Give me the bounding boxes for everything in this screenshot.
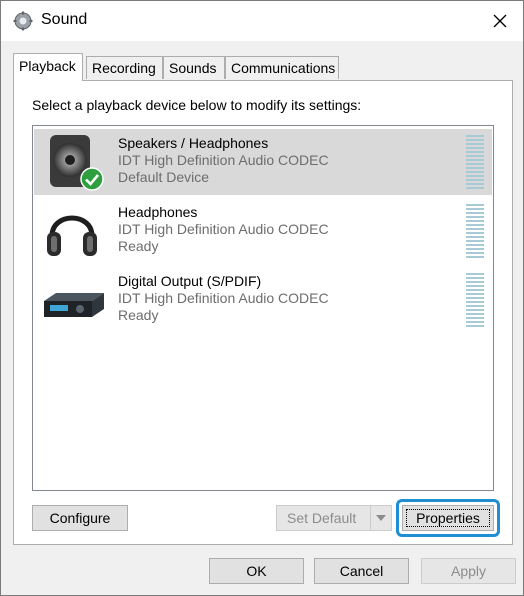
configure-button[interactable]: Configure (32, 505, 128, 531)
volume-meter (466, 204, 484, 258)
device-status: Default Device (118, 169, 210, 185)
sound-dialog: Sound Playback Recording Sounds Communic… (0, 0, 524, 596)
tab-communications[interactable]: Communications (225, 56, 339, 79)
properties-button[interactable]: Properties (402, 505, 494, 531)
title-bar[interactable]: Sound (1, 1, 523, 41)
device-driver: IDT High Definition Audio CODEC (118, 221, 329, 237)
device-name: Speakers / Headphones (118, 135, 269, 151)
headphones-icon (42, 202, 102, 260)
device-status: Ready (118, 307, 159, 323)
list-item[interactable]: Headphones IDT High Definition Audio COD… (34, 198, 492, 264)
tab-recording[interactable]: Recording (86, 56, 163, 79)
device-list[interactable]: Speakers / Headphones IDT High Definitio… (32, 125, 494, 491)
list-item[interactable]: Speakers / Headphones IDT High Definitio… (34, 129, 492, 195)
set-default-button[interactable]: Set Default (276, 505, 392, 531)
tab-playback[interactable]: Playback (13, 53, 83, 81)
instruction-text: Select a playback device below to modify… (32, 97, 362, 113)
apply-button[interactable]: Apply (421, 558, 516, 584)
list-item[interactable]: Digital Output (S/PDIF) IDT High Definit… (34, 267, 492, 333)
window-title: Sound (41, 11, 88, 28)
ok-button[interactable]: OK (209, 558, 304, 584)
playback-panel: Select a playback device below to modify… (13, 80, 513, 545)
close-button[interactable] (477, 1, 523, 41)
focus-rectangle (406, 509, 490, 527)
set-default-label: Set Default (287, 510, 357, 526)
device-status: Ready (118, 238, 159, 254)
device-name: Digital Output (S/PDIF) (118, 273, 262, 289)
chevron-down-icon[interactable] (370, 506, 391, 530)
volume-meter (466, 135, 484, 189)
volume-meter (466, 273, 484, 327)
close-icon (493, 14, 507, 28)
speaker-gear-icon (13, 11, 33, 31)
green-check-icon (80, 167, 104, 191)
cancel-button[interactable]: Cancel (314, 558, 409, 584)
tab-sounds[interactable]: Sounds (163, 56, 225, 79)
device-driver: IDT High Definition Audio CODEC (118, 290, 329, 306)
receiver-icon (42, 271, 104, 329)
device-driver: IDT High Definition Audio CODEC (118, 152, 329, 168)
device-name: Headphones (118, 204, 198, 220)
